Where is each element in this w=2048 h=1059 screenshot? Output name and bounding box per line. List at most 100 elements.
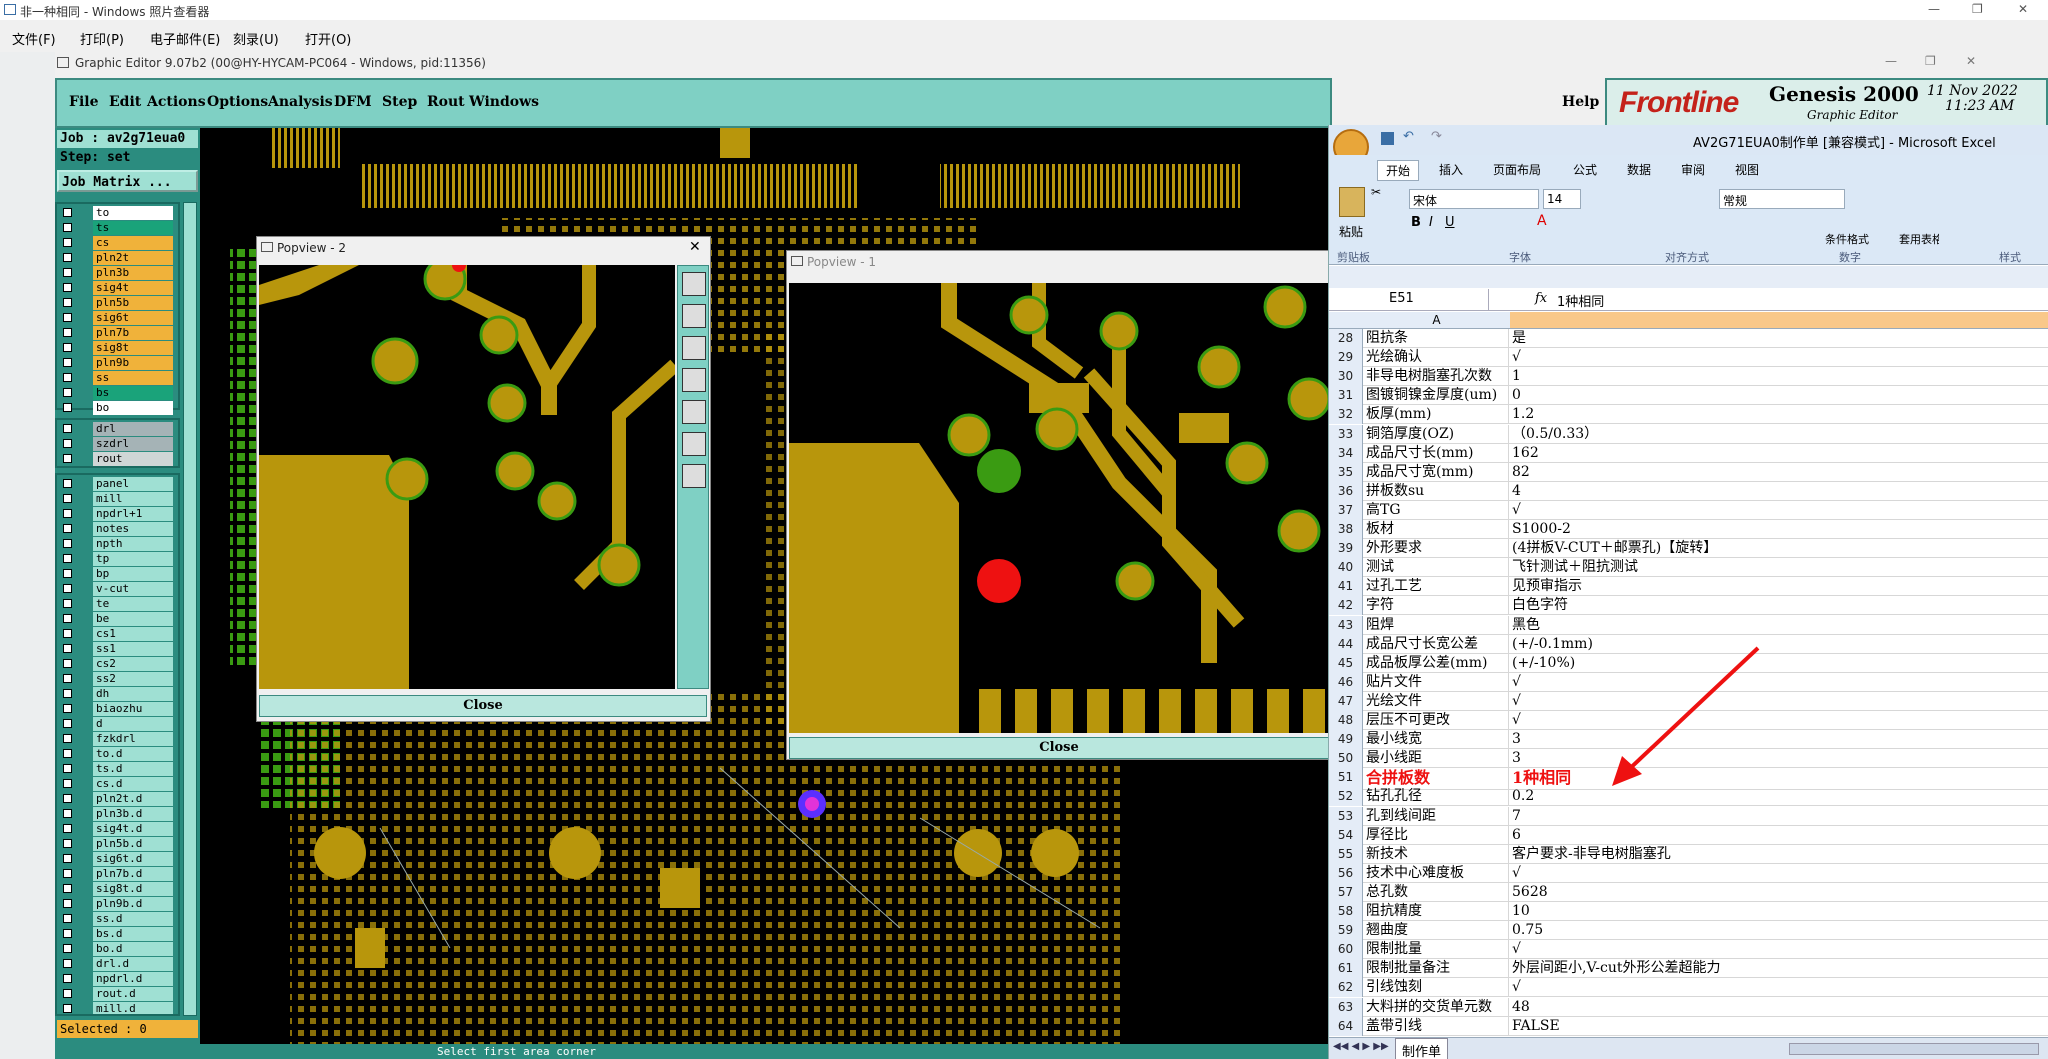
row-number[interactable]: 56 [1329, 863, 1363, 883]
cell-a[interactable]: 成品尺寸宽(mm) [1364, 462, 1509, 482]
layer-row-pln3b.d[interactable]: pln3b.d [59, 807, 174, 821]
cell-a[interactable]: 总孔数 [1364, 882, 1509, 902]
layer-row-notes[interactable]: notes [59, 522, 174, 536]
cell-b[interactable]: 48 [1510, 998, 2048, 1017]
cell-b[interactable]: 0.2 [1510, 787, 2048, 806]
cell-b[interactable]: 是 [1510, 329, 2048, 348]
layer-checkbox[interactable] [63, 929, 72, 938]
layer-row-sig6t[interactable]: sig6t [59, 311, 174, 325]
layer-checkbox[interactable] [63, 794, 72, 803]
layer-name[interactable]: panel [93, 477, 173, 491]
cell-b[interactable]: (4拼板V-CUT＋邮票孔)【旋转】 [1510, 539, 2048, 558]
cell-a[interactable]: 合拼板数 [1364, 768, 1509, 788]
menu-burn[interactable]: 刻录(U) [233, 29, 279, 48]
horizontal-scrollbar[interactable] [1789, 1043, 2039, 1055]
cell-b[interactable]: （0.5/0.33） [1510, 425, 2048, 444]
cell-b[interactable]: 客户要求-非导电树脂塞孔 [1510, 845, 2048, 864]
layer-checkbox[interactable] [63, 824, 72, 833]
layer-row-ss2[interactable]: ss2 [59, 672, 174, 686]
minimize-icon[interactable]: — [1928, 2, 1940, 16]
layer-checkbox[interactable] [63, 1004, 72, 1013]
ribbon-tab-1[interactable]: 插入 [1431, 160, 1471, 179]
layer-checkbox[interactable] [63, 253, 72, 262]
pan-icon[interactable] [682, 368, 706, 392]
layer-row-cs1[interactable]: cs1 [59, 627, 174, 641]
cut-icon[interactable]: ✂ [1371, 185, 1381, 199]
zoom-home-icon[interactable] [682, 272, 706, 296]
layer-checkbox[interactable] [63, 779, 72, 788]
row-number[interactable]: 29 [1329, 348, 1363, 368]
cell-a[interactable]: 新技术 [1364, 844, 1509, 864]
layer-checkbox[interactable] [63, 944, 72, 953]
layer-row-to.d[interactable]: to.d [59, 747, 174, 761]
row-number[interactable]: 59 [1329, 921, 1363, 941]
cell-b[interactable]: 5628 [1510, 883, 2048, 902]
layer-row-pln9b.d[interactable]: pln9b.d [59, 897, 174, 911]
cell-a[interactable]: 非导电树脂塞孔次数 [1364, 367, 1509, 387]
layer-row-cs.d[interactable]: cs.d [59, 777, 174, 791]
layer-row-npdrl+1[interactable]: npdrl+1 [59, 507, 174, 521]
menu-analysis[interactable]: Analysis [268, 94, 333, 110]
layer-checkbox[interactable] [63, 869, 72, 878]
layer-row-bs.d[interactable]: bs.d [59, 927, 174, 941]
layer-row-pln7b.d[interactable]: pln7b.d [59, 867, 174, 881]
layer-name[interactable]: pln5b [93, 296, 173, 310]
row-number[interactable]: 42 [1329, 596, 1363, 616]
ge-close-icon[interactable]: ✕ [1966, 54, 1976, 68]
layer-row-pln2t[interactable]: pln2t [59, 251, 174, 265]
cell-a[interactable]: 图镀铜镍金厚度(um) [1364, 386, 1509, 406]
table-format-button[interactable]: 套用表格格式 [1899, 231, 1939, 247]
layer-row-tp[interactable]: tp [59, 552, 174, 566]
layer-checkbox[interactable] [63, 343, 72, 352]
layer-checkbox[interactable] [63, 328, 72, 337]
layer-checkbox[interactable] [63, 989, 72, 998]
layer-checkbox[interactable] [63, 674, 72, 683]
layer-checkbox[interactable] [63, 809, 72, 818]
layer-row-panel[interactable]: panel [59, 477, 174, 491]
layer-row-ts.d[interactable]: ts.d [59, 762, 174, 776]
ge-minimize-icon[interactable]: — [1885, 54, 1897, 68]
layer-checkbox[interactable] [63, 298, 72, 307]
layer-row-npdrl.d[interactable]: npdrl.d [59, 972, 174, 986]
menu-step[interactable]: Step [382, 94, 417, 110]
undo-icon[interactable]: ↶ [1403, 129, 1414, 144]
cell-a[interactable]: 高TG [1364, 500, 1509, 520]
cell-a[interactable]: 最小线宽 [1364, 730, 1509, 750]
layer-checkbox[interactable] [63, 223, 72, 232]
layer-name[interactable]: ss.d [93, 912, 173, 926]
layer-name[interactable]: mill.d [93, 1002, 173, 1014]
underline-button[interactable]: U [1445, 215, 1455, 230]
layer-checkbox[interactable] [63, 914, 72, 923]
cell-a[interactable]: 大料拼的交货单元数 [1364, 997, 1509, 1017]
layer-name[interactable]: pln7b [93, 326, 173, 340]
menu-print[interactable]: 打印(P) [80, 29, 124, 48]
row-number[interactable]: 49 [1329, 730, 1363, 750]
layer-checkbox[interactable] [63, 764, 72, 773]
cell-a[interactable]: 限制批量备注 [1364, 959, 1509, 979]
sheet-tab-zhizuodan[interactable]: 制作单 [1395, 1038, 1449, 1059]
layer-row-d[interactable]: d [59, 717, 174, 731]
layer-row-bo[interactable]: bo [59, 401, 174, 415]
layer-name[interactable]: cs.d [93, 777, 173, 791]
cell-b[interactable]: 3 [1510, 749, 2048, 768]
cell-a[interactable]: 字符 [1364, 596, 1509, 616]
layer-checkbox[interactable] [63, 494, 72, 503]
layer-name[interactable]: cs1 [93, 627, 173, 641]
row-number[interactable]: 35 [1329, 462, 1363, 482]
layer-name[interactable]: pln9b.d [93, 897, 173, 911]
layer-checkbox[interactable] [63, 569, 72, 578]
layer-checkbox[interactable] [63, 704, 72, 713]
layer-row-pln5b.d[interactable]: pln5b.d [59, 837, 174, 851]
layer-name[interactable]: mill [93, 492, 173, 506]
layer-name[interactable]: pln2t.d [93, 792, 173, 806]
layer-row-rout.d[interactable]: rout.d [59, 987, 174, 1001]
cell-b[interactable]: 7 [1510, 807, 2048, 826]
cell-a[interactable]: 阻抗精度 [1364, 902, 1509, 921]
row-number[interactable]: 32 [1329, 405, 1363, 425]
layer-checkbox[interactable] [63, 839, 72, 848]
cell-b[interactable]: √ [1510, 711, 2048, 730]
row-number[interactable]: 44 [1329, 634, 1363, 654]
layer-row-ss.d[interactable]: ss.d [59, 912, 174, 926]
layer-name[interactable]: pln3b.d [93, 807, 173, 821]
layer-name[interactable]: npdrl+1 [93, 507, 173, 521]
